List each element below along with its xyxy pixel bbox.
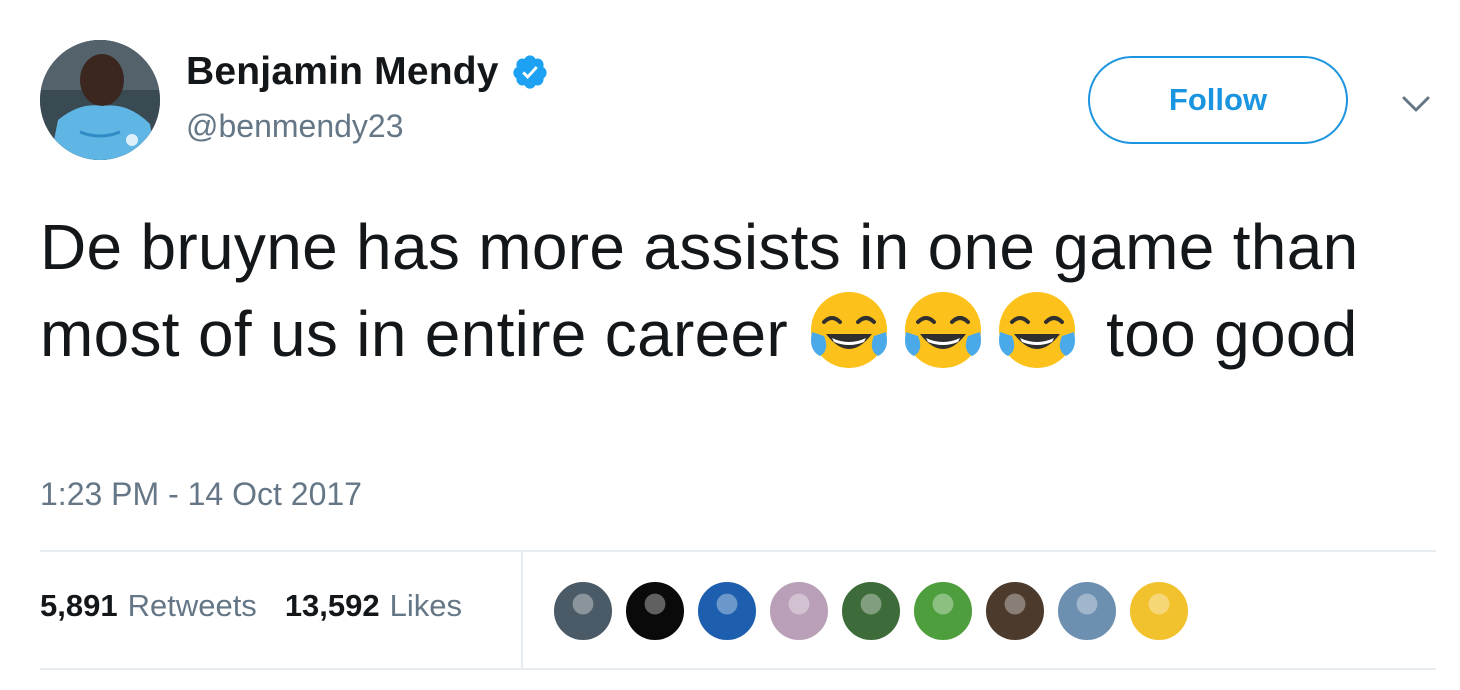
retweets-stat[interactable]: 5,891 Retweets xyxy=(40,588,257,624)
follow-button[interactable]: Follow xyxy=(1088,56,1348,144)
tweet-text: De bruyne has more assists in one game t… xyxy=(40,206,1430,375)
liker-avatar-9[interactable] xyxy=(1128,580,1190,642)
liker-avatar-2[interactable] xyxy=(624,580,686,642)
profile-photo xyxy=(40,40,160,160)
liker-avatar-1[interactable] xyxy=(552,580,614,642)
liker-avatar-5[interactable] xyxy=(840,580,902,642)
divider xyxy=(40,668,1436,670)
chevron-down-icon[interactable] xyxy=(1396,86,1436,122)
retweets-label: Retweets xyxy=(127,588,257,623)
divider xyxy=(40,550,1436,552)
verified-badge-icon xyxy=(511,53,549,91)
tweet-text-part2: too good xyxy=(1106,298,1358,370)
divider xyxy=(521,552,523,668)
liker-avatar-6[interactable] xyxy=(912,580,974,642)
author-name-row: Benjamin Mendy xyxy=(186,44,549,100)
tweet-stats: 5,891 Retweets 13,592 Likes xyxy=(40,588,462,624)
likes-label: Likes xyxy=(389,588,463,623)
liker-avatar-3[interactable] xyxy=(696,580,758,642)
tears-of-joy-emoji-icon xyxy=(994,288,1080,374)
liker-avatar-4[interactable] xyxy=(768,580,830,642)
tweet-timestamp[interactable]: 1:23 PM - 14 Oct 2017 xyxy=(40,476,362,513)
liker-avatar-8[interactable] xyxy=(1056,580,1118,642)
likes-count: 13,592 xyxy=(284,588,380,623)
liker-avatar-7[interactable] xyxy=(984,580,1046,642)
likes-stat[interactable]: 13,592 Likes xyxy=(285,588,462,624)
liker-avatars xyxy=(552,580,1200,642)
author-handle[interactable]: @benmendy23 xyxy=(186,108,404,145)
tears-of-joy-emoji-icon xyxy=(806,288,892,374)
author-name[interactable]: Benjamin Mendy xyxy=(186,50,499,94)
author-avatar[interactable] xyxy=(40,40,160,160)
retweets-count: 5,891 xyxy=(40,588,118,623)
tears-of-joy-emoji-icon xyxy=(900,288,986,374)
